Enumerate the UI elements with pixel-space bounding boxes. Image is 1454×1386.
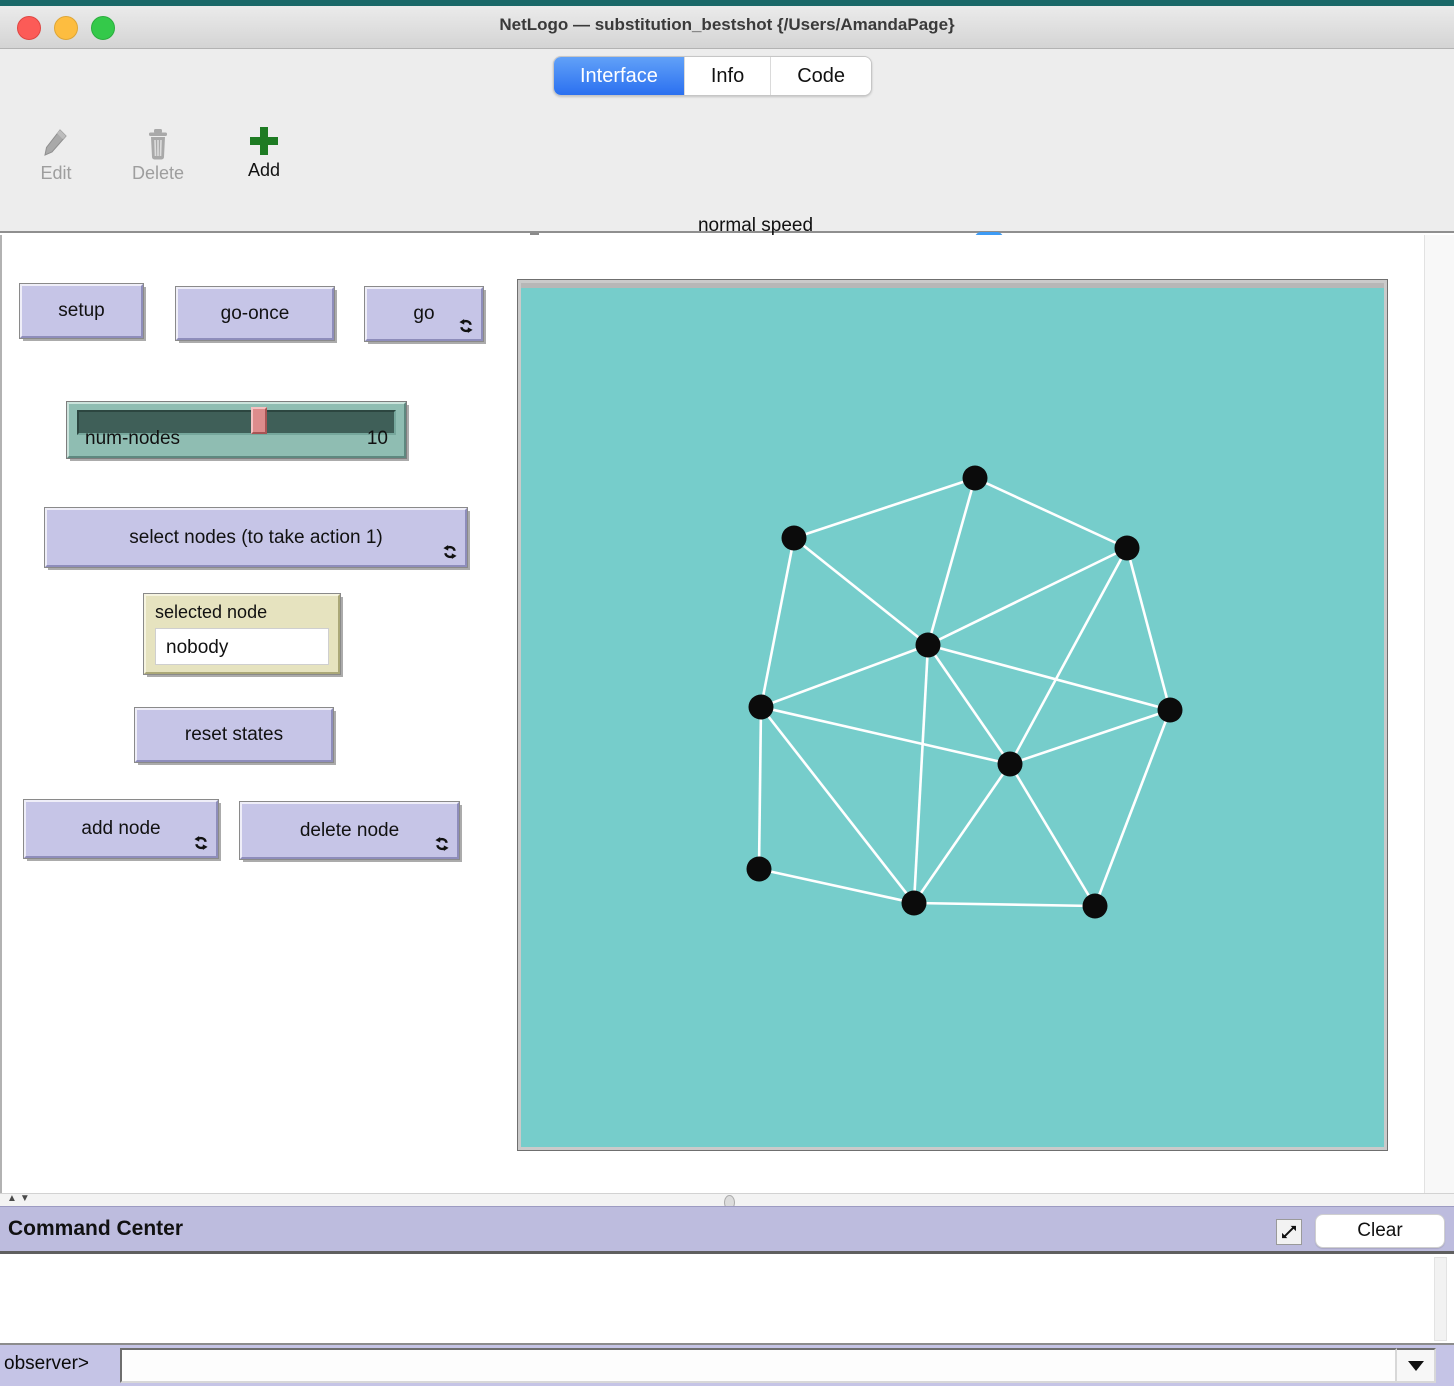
command-center-header: Command Center Clear bbox=[0, 1206, 1454, 1254]
network-node[interactable] bbox=[902, 891, 927, 916]
command-input[interactable] bbox=[120, 1348, 1397, 1383]
reset-states-label: reset states bbox=[185, 724, 283, 746]
clear-button[interactable]: Clear bbox=[1315, 1214, 1445, 1248]
network-edge bbox=[928, 478, 975, 645]
monitor-label: selected node bbox=[155, 602, 329, 623]
network-node[interactable] bbox=[963, 466, 988, 491]
setup-button[interactable]: setup bbox=[20, 284, 143, 338]
window-title: NetLogo — substitution_bestshot {/Users/… bbox=[150, 15, 1304, 35]
pencil-icon bbox=[41, 127, 71, 161]
world-canvas[interactable] bbox=[521, 283, 1384, 1147]
tab-group: Interface Info Code bbox=[553, 56, 872, 96]
tab-bar: Interface Info Code bbox=[0, 49, 1454, 105]
observer-prompt: observer> bbox=[4, 1353, 89, 1375]
network-edge bbox=[914, 764, 1010, 903]
tab-interface[interactable]: Interface bbox=[554, 57, 685, 95]
network-edge bbox=[928, 548, 1127, 645]
go-once-label: go-once bbox=[221, 303, 290, 325]
num-nodes-value: 10 bbox=[367, 428, 388, 450]
titlebar[interactable]: NetLogo — substitution_bestshot {/Users/… bbox=[0, 6, 1454, 49]
tab-info[interactable]: Info bbox=[685, 57, 771, 95]
plus-icon bbox=[247, 124, 281, 158]
go-label: go bbox=[413, 303, 434, 325]
zoom-button[interactable] bbox=[91, 16, 115, 40]
network-edge bbox=[794, 538, 928, 645]
detach-command-center-button[interactable] bbox=[1276, 1219, 1302, 1245]
command-center-title: Command Center bbox=[8, 1217, 183, 1241]
network-node[interactable] bbox=[998, 752, 1023, 777]
forever-icon bbox=[434, 836, 450, 852]
command-center-output[interactable] bbox=[0, 1254, 1454, 1343]
network-edge bbox=[1010, 764, 1095, 906]
network-node[interactable] bbox=[747, 857, 772, 882]
minimize-button[interactable] bbox=[54, 16, 78, 40]
select-nodes-label: select nodes (to take action 1) bbox=[129, 527, 382, 549]
world-view[interactable] bbox=[517, 279, 1388, 1151]
setup-label: setup bbox=[58, 300, 104, 322]
output-scrollbar[interactable] bbox=[1434, 1257, 1447, 1341]
network-edge bbox=[794, 478, 975, 538]
delete-button[interactable]: Delete bbox=[120, 127, 196, 184]
network-edge bbox=[1095, 710, 1170, 906]
select-nodes-button[interactable]: select nodes (to take action 1) bbox=[45, 508, 467, 567]
network-node[interactable] bbox=[1115, 536, 1140, 561]
edit-label: Edit bbox=[40, 163, 71, 183]
edit-button[interactable]: Edit bbox=[28, 127, 84, 184]
tab-code[interactable]: Code bbox=[771, 57, 871, 95]
forever-icon bbox=[458, 318, 474, 334]
chevron-down-icon bbox=[1408, 1361, 1424, 1371]
add-node-label: add node bbox=[81, 818, 160, 840]
network-node[interactable] bbox=[916, 633, 941, 658]
num-nodes-slider[interactable]: num-nodes 10 bbox=[67, 402, 406, 458]
delete-label: Delete bbox=[132, 163, 184, 183]
selected-node-monitor: selected node nobody bbox=[144, 594, 340, 674]
network-edge bbox=[914, 903, 1095, 906]
network-node[interactable] bbox=[1158, 698, 1183, 723]
network-edge bbox=[761, 538, 794, 707]
toolbar: Edit Delete Add abc Button normal speed … bbox=[0, 105, 1454, 233]
forever-icon bbox=[442, 544, 458, 560]
num-nodes-label: num-nodes bbox=[85, 428, 180, 450]
network-node[interactable] bbox=[749, 695, 774, 720]
network-edge bbox=[975, 478, 1127, 548]
reset-states-button[interactable]: reset states bbox=[135, 708, 333, 762]
network-edge bbox=[928, 645, 1170, 710]
resize-arrows-icon bbox=[1280, 1223, 1298, 1241]
splitter-arrows-icon[interactable]: ▲▼ bbox=[7, 1193, 33, 1204]
world-network bbox=[521, 288, 1384, 1147]
go-button[interactable]: go bbox=[365, 287, 483, 341]
network-edge bbox=[759, 707, 761, 869]
network-node[interactable] bbox=[782, 526, 807, 551]
vertical-scrollbar[interactable] bbox=[1424, 235, 1454, 1193]
add-button[interactable]: Add bbox=[238, 124, 290, 181]
monitor-value: nobody bbox=[155, 628, 329, 665]
close-button[interactable] bbox=[17, 16, 41, 40]
trash-icon bbox=[144, 127, 172, 161]
command-history-button[interactable] bbox=[1397, 1348, 1436, 1383]
add-label: Add bbox=[248, 160, 280, 180]
speed-label: normal speed bbox=[603, 215, 908, 237]
observer-bar: observer> bbox=[0, 1343, 1454, 1386]
network-edge bbox=[1127, 548, 1170, 710]
forever-icon bbox=[193, 835, 209, 851]
network-node[interactable] bbox=[1083, 894, 1108, 919]
delete-node-label: delete node bbox=[300, 820, 399, 842]
command-center-splitter[interactable]: ▲▼ bbox=[0, 1193, 1454, 1206]
delete-node-button[interactable]: delete node bbox=[240, 802, 459, 859]
network-edge bbox=[761, 645, 928, 707]
add-node-button[interactable]: add node bbox=[24, 800, 218, 858]
go-once-button[interactable]: go-once bbox=[176, 287, 334, 340]
network-edge bbox=[914, 645, 928, 903]
